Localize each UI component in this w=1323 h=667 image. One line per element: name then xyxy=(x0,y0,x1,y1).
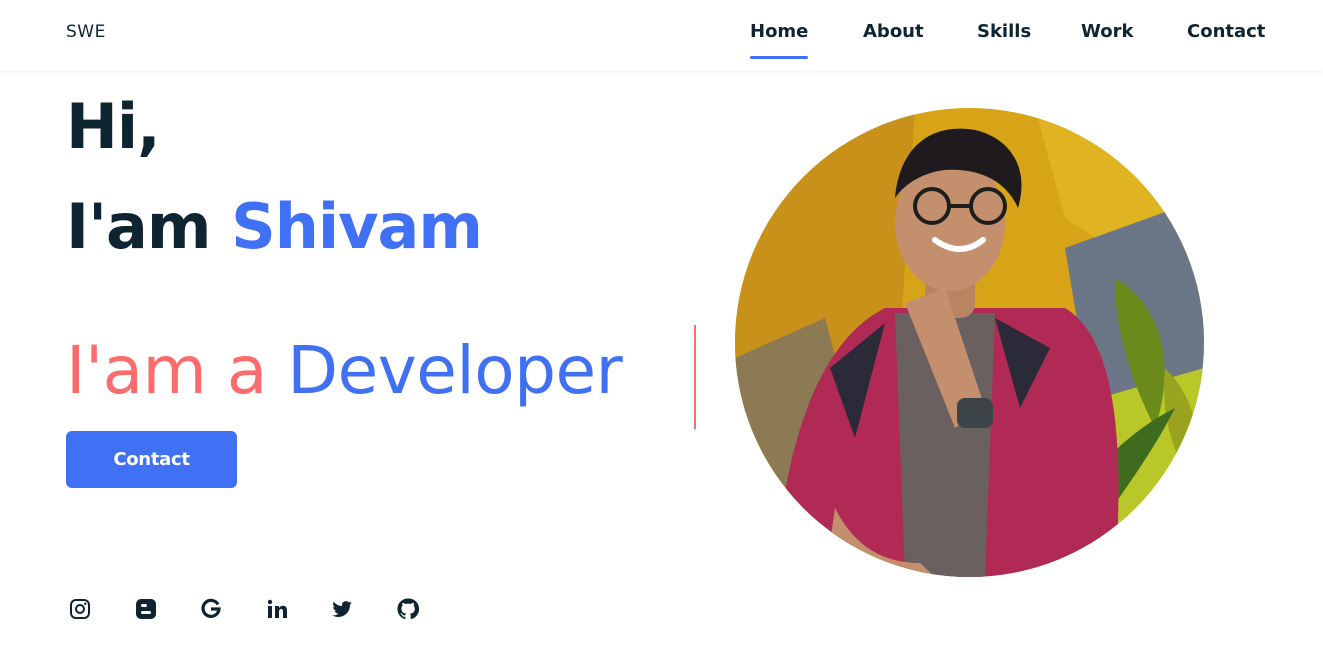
hero-greeting: Hi, xyxy=(66,90,161,163)
hero-name: Shivam xyxy=(231,190,483,263)
profile-photo xyxy=(735,108,1204,577)
nav-work[interactable]: Work xyxy=(1081,21,1133,42)
hero-intro: I'am xyxy=(66,190,211,263)
nav-contact[interactable]: Contact xyxy=(1187,21,1265,42)
contact-button[interactable]: Contact xyxy=(66,431,237,488)
typed-text: I'am a Developer xyxy=(66,332,623,409)
linkedin-icon[interactable] xyxy=(263,595,291,623)
typed-role: Developer xyxy=(287,332,623,409)
nav-skills[interactable]: Skills xyxy=(977,21,1031,42)
hero-intro-line: I'am Shivam xyxy=(66,190,483,263)
blogger-icon[interactable] xyxy=(132,595,160,623)
nav-home[interactable]: Home xyxy=(750,21,809,59)
social-links xyxy=(66,595,436,623)
github-icon[interactable] xyxy=(394,595,422,623)
twitter-icon[interactable] xyxy=(328,595,356,623)
header: SWE Home About Skills Work Contact xyxy=(0,0,1323,71)
google-icon[interactable] xyxy=(197,595,225,623)
typed-prefix: I'am a xyxy=(66,332,267,409)
instagram-icon[interactable] xyxy=(66,595,94,623)
nav-about[interactable]: About xyxy=(863,21,924,42)
typing-cursor xyxy=(694,325,696,429)
main-nav: Home About Skills Work Contact xyxy=(0,21,1323,61)
